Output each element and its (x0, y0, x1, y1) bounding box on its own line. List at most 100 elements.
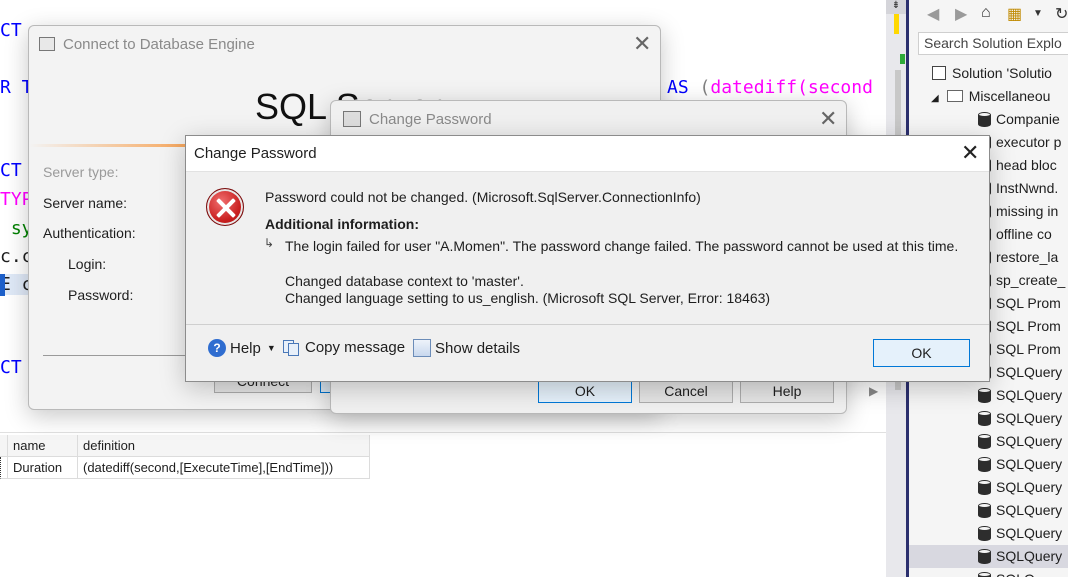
help-icon: ? (208, 339, 226, 357)
password-label: Password: (68, 287, 134, 303)
solution-file-item[interactable]: SQL Prom (978, 292, 1061, 315)
solution-file-label: offline co (996, 226, 1052, 242)
copy-message-button[interactable]: Copy message (283, 339, 405, 356)
solution-file-label: SQLQ (996, 571, 1035, 577)
solution-file-label: sp_create_ (996, 272, 1066, 288)
solution-file-item[interactable]: missing in (978, 200, 1058, 223)
solution-file-item[interactable]: restore_la (978, 246, 1058, 269)
solution-file-item[interactable]: Companie (978, 108, 1060, 131)
database-file-icon (978, 549, 991, 564)
row-header (0, 435, 8, 457)
solution-search-input[interactable]: Search Solution Explo (918, 32, 1068, 55)
database-file-icon (978, 411, 991, 426)
solution-file-item[interactable]: sp_create_ (978, 269, 1065, 292)
chevron-down-icon: ▼ (266, 343, 276, 353)
database-file-icon (978, 526, 991, 541)
solution-file-item[interactable]: SQLQ (978, 568, 1035, 577)
forward-icon[interactable]: ▶ (955, 4, 967, 24)
tree-arrow-icon: ↳ (264, 236, 275, 250)
additional-info-header: Additional information: (265, 216, 419, 232)
solution-file-item[interactable]: executor p (978, 131, 1061, 154)
error-titlebar: Change Password ✕ (186, 136, 989, 172)
close-icon[interactable]: ✕ (819, 109, 837, 131)
code-line: CT (0, 357, 22, 378)
database-file-icon (978, 480, 991, 495)
database-file-icon (978, 457, 991, 472)
solution-file-item[interactable]: SQLQuery (978, 476, 1062, 499)
connect-title: Connect to Database Engine (63, 35, 255, 53)
sync-icon[interactable]: ↻ (1055, 4, 1068, 24)
scroll-right-icon[interactable]: ▶ (869, 384, 878, 398)
solution-file-item[interactable]: SQLQuery (978, 384, 1062, 407)
solution-root[interactable]: Solution 'Solutio (932, 62, 1052, 85)
change-marker (900, 54, 905, 64)
column-header-name[interactable]: name (8, 435, 78, 457)
back-icon[interactable]: ◀ (927, 4, 939, 24)
details-icon (413, 339, 431, 357)
key-user-icon (343, 111, 361, 127)
solution-icon (932, 66, 946, 80)
ok-button[interactable]: OK (873, 339, 970, 367)
solution-file-item[interactable]: InstNwnd. (978, 177, 1058, 200)
close-icon[interactable]: ✕ (633, 34, 651, 56)
solution-file-label: SQL Prom (996, 341, 1061, 357)
solution-file-item[interactable]: SQLQuery (978, 430, 1062, 453)
switch-views-icon[interactable]: ▦ (1007, 4, 1022, 24)
ok-button[interactable]: OK (538, 379, 632, 403)
table-cell[interactable]: Duration (8, 457, 78, 479)
home-icon[interactable]: ⌂ (981, 4, 991, 22)
expand-arrow-icon[interactable]: ◢ (931, 93, 939, 104)
show-details-label: Show details (435, 339, 521, 357)
chevron-down-icon[interactable]: ▼ (1033, 8, 1043, 19)
cancel-button[interactable]: Cancel (639, 379, 733, 403)
context-line: Changed language setting to us_english. … (285, 290, 771, 306)
solution-file-label: SQLQuery (996, 387, 1063, 403)
solution-file-label: SQLQuery (996, 479, 1063, 495)
error-dialog-title: Change Password (194, 145, 317, 162)
solution-file-item[interactable]: SQLQuery (978, 522, 1062, 545)
login-label: Login: (68, 256, 107, 272)
table-cell[interactable]: (datediff(second,[ExecuteTime],[EndTime]… (78, 457, 370, 479)
solution-file-label: SQLQuery (996, 502, 1063, 518)
help-dropdown-button[interactable]: ? Help ▼ (208, 339, 276, 357)
row-selector[interactable] (0, 457, 8, 479)
database-file-icon (978, 112, 991, 127)
copy-icon (283, 339, 301, 356)
authentication-label: Authentication: (43, 225, 136, 241)
change-password-titlebar: Change Password ✕ (331, 101, 846, 137)
help-label: Help (230, 339, 261, 357)
solution-file-label: missing in (996, 203, 1059, 219)
brand-accent-line (29, 144, 189, 147)
solution-file-item[interactable]: SQLQuery (978, 407, 1062, 430)
change-password-title: Change Password (369, 110, 492, 128)
solution-file-item[interactable]: SQLQuery (978, 499, 1062, 522)
column-header-definition[interactable]: definition (78, 435, 370, 457)
solution-file-item[interactable]: SQLQuery (978, 361, 1062, 384)
code-line: CT (0, 160, 22, 181)
solution-file-label: restore_la (996, 249, 1059, 265)
solution-file-label: SQLQuery (996, 525, 1063, 541)
solution-file-item[interactable]: SQL Prom (978, 315, 1061, 338)
help-button[interactable]: Help (740, 379, 834, 403)
error-detail: The login failed for user "A.Momen". The… (285, 238, 959, 254)
folder-node[interactable]: ◢ Miscellaneou (931, 85, 1050, 108)
solution-file-label: SQLQuery (996, 364, 1063, 380)
split-icon[interactable]: ⇟ (886, 0, 906, 14)
solution-file-item[interactable]: SQLQuery (978, 453, 1062, 476)
close-icon[interactable]: ✕ (961, 143, 979, 165)
error-message: Password could not be changed. (Microsof… (265, 189, 701, 205)
server-icon (39, 37, 55, 51)
solution-file-label: SQLQuery (996, 548, 1063, 564)
code-line: CT (0, 20, 22, 41)
database-file-icon (978, 503, 991, 518)
solution-file-label: executor p (996, 134, 1062, 150)
solution-file-item[interactable]: SQL Prom (978, 338, 1061, 361)
show-details-button[interactable]: Show details (413, 339, 520, 357)
folder-icon (946, 90, 963, 102)
solution-file-item[interactable]: SQLQuery (909, 545, 1068, 568)
database-file-icon (978, 572, 991, 577)
selection-margin (0, 274, 5, 296)
footer-divider (186, 324, 989, 325)
error-dialog: Change Password ✕ Password could not be … (185, 135, 990, 382)
results-grid[interactable]: name definition Duration (datediff(secon… (0, 432, 905, 577)
